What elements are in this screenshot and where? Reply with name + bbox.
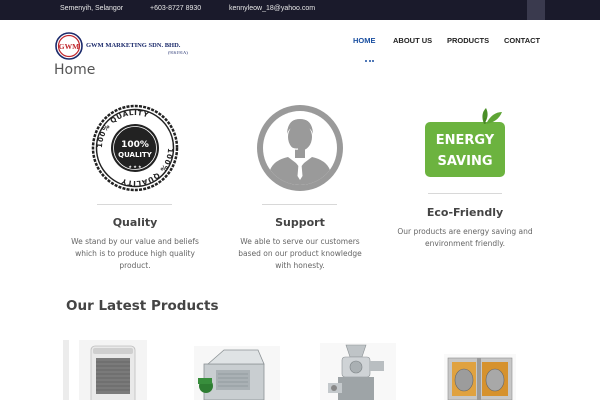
feature-divider [97, 204, 172, 205]
top-info-bar: Semenyih, Selangor +603-8727 8930 kennyl… [0, 0, 600, 20]
feature-desc-support: We able to serve our customers based on … [238, 237, 362, 270]
nav-home[interactable]: HOME [353, 36, 376, 45]
feature-title-eco-friendly: Eco-Friendly [426, 206, 504, 219]
feature-divider [262, 204, 337, 205]
gwm-logo-icon: GWM [55, 32, 83, 60]
nav-contact[interactable]: CONTACT [504, 36, 540, 45]
feature-title-quality: Quality [112, 216, 158, 229]
feature-desc-eco-friendly: Our products are energy saving and envir… [397, 227, 533, 248]
svg-text:QUALITY: QUALITY [118, 151, 153, 159]
nav-products[interactable]: PRODUCTS [447, 36, 489, 45]
email-link[interactable]: kennyleow_18@yahoo.com [229, 5, 315, 12]
energy-badge-line-1: ENERGY [436, 133, 495, 148]
energy-badge-line-2: SAVING [438, 154, 493, 169]
svg-text:★ ★ ★: ★ ★ ★ [128, 164, 142, 169]
svg-text:100%: 100% [121, 140, 149, 150]
topbar-search-button[interactable] [527, 0, 545, 20]
feature-title-support: Support [275, 216, 325, 229]
page-title: Home [54, 62, 96, 78]
energy-saving-icon: ENERGY SAVING [425, 108, 505, 177]
phone-link[interactable]: +603-8727 8930 [150, 5, 201, 12]
site-logo[interactable]: GWM GWM MARKETING SDN. BHD. (916191A) [55, 32, 188, 60]
support-agent-icon [257, 105, 343, 191]
grinder-machine-product-image[interactable] [320, 343, 396, 400]
nav-about-us[interactable]: ABOUT US [393, 36, 432, 45]
nav-active-indicator [365, 47, 377, 62]
company-reg: (916191A) [168, 50, 188, 55]
feature-divider [428, 193, 502, 194]
steam-cooker-product-image[interactable] [444, 354, 516, 400]
carousel-edge [63, 340, 69, 400]
location-text: Semenyih, Selangor [60, 5, 124, 12]
air-cooler-product-image[interactable] [79, 340, 147, 400]
feature-desc-quality: We stand by our value and beliefs which … [71, 237, 199, 270]
quality-stamp-icon: 100% QUALITY 100% QUALITY 100% QUALITY ★… [91, 104, 179, 192]
logo-badge-text: GWM [59, 42, 79, 51]
latest-products-heading: Our Latest Products [66, 298, 219, 314]
company-name: GWM MARKETING SDN. BHD. [86, 42, 181, 49]
slicer-machine-product-image[interactable] [194, 346, 280, 400]
